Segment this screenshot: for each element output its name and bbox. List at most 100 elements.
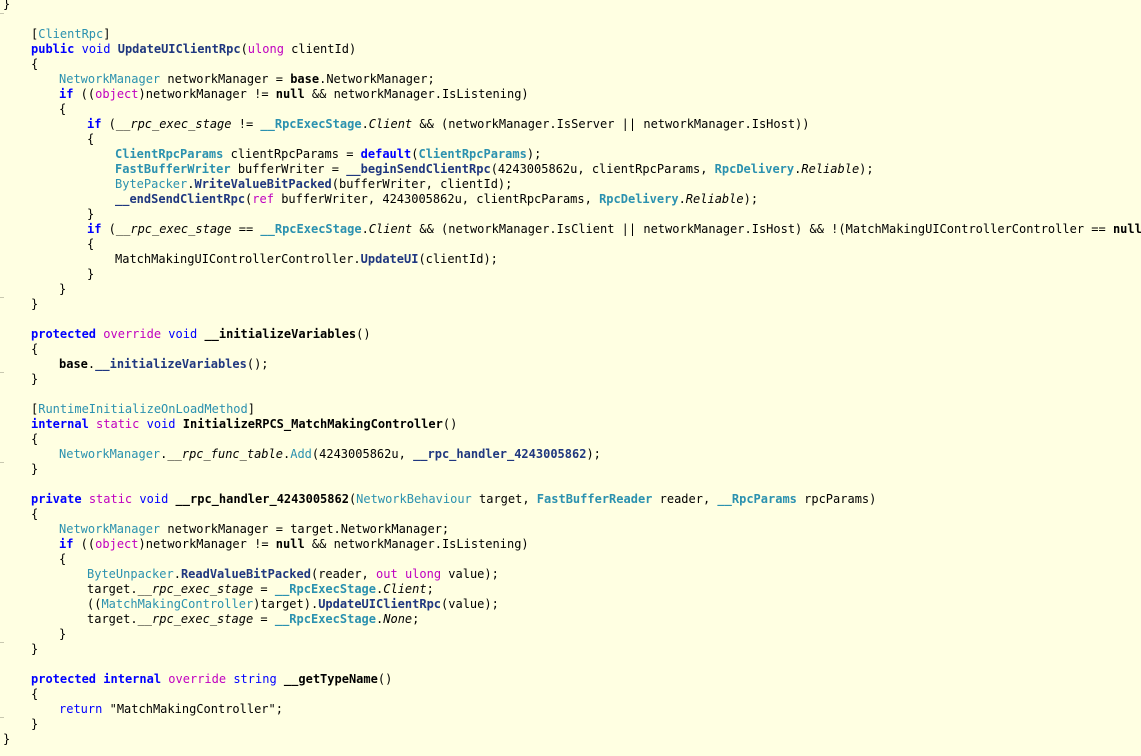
code-token: && networkManager.IsListening)	[304, 87, 529, 101]
code-line[interactable]: }	[87, 207, 94, 222]
code-line[interactable]: base.__initializeVariables();	[59, 357, 269, 372]
code-token: (value);	[441, 597, 499, 611]
code-line[interactable]: NetworkManager networkManager = base.Net…	[59, 72, 435, 87]
code-token: ClientRpcParams	[115, 147, 224, 161]
code-line[interactable]: NetworkManager.__rpc_func_table.Add(4243…	[59, 447, 601, 462]
code-line[interactable]: }	[31, 642, 38, 657]
code-token: .	[361, 117, 369, 131]
code-line[interactable]: {	[31, 342, 38, 357]
code-line[interactable]: {	[31, 57, 38, 72]
code-token: {	[59, 552, 67, 566]
code-line[interactable]: }	[31, 462, 38, 477]
code-line[interactable]: [RuntimeInitializeOnLoadMethod]	[31, 402, 255, 417]
code-token: );	[859, 162, 874, 176]
code-line[interactable]: }	[31, 717, 38, 732]
code-line[interactable]: MatchMakingUIControllerController.Update…	[115, 252, 498, 267]
code-token: ]	[247, 402, 255, 416]
code-token: override	[168, 672, 227, 686]
code-line[interactable]: [ClientRpc]	[31, 27, 111, 42]
code-token: __RpcExecStage	[260, 117, 362, 131]
code-token: Client	[383, 582, 427, 596]
code-line[interactable]: }	[3, 0, 10, 12]
code-line[interactable]: {	[31, 687, 38, 702]
code-line[interactable]: {	[31, 432, 38, 447]
code-token: Reliable	[685, 192, 744, 206]
code-token: .NetworkManager;	[319, 72, 435, 86]
code-token: NetworkBehaviour	[356, 492, 472, 506]
code-line[interactable]: FastBufferWriter bufferWriter = __beginS…	[115, 162, 874, 177]
code-line[interactable]: }	[59, 282, 66, 297]
code-token: __RpcParams	[717, 492, 797, 506]
code-token: {	[31, 57, 39, 71]
code-line[interactable]: if (__rpc_exec_stage == __RpcExecStage.C…	[87, 222, 1141, 237]
code-editor[interactable]: } [ClientRpc] public void UpdateUIClientRp…	[0, 0, 1141, 756]
code-token: __rpc_exec_stage	[137, 582, 254, 596]
code-line[interactable]: protected internal override string __get…	[31, 672, 392, 687]
code-token: override	[103, 327, 162, 341]
code-line[interactable]: private static void __rpc_handler_424300…	[31, 492, 876, 507]
code-token: ();	[246, 357, 269, 371]
code-line[interactable]: internal static void InitializeRPCS_Matc…	[31, 417, 457, 432]
code-line[interactable]: ClientRpcParams clientRpcParams = defaul…	[115, 147, 541, 162]
code-line[interactable]: BytePacker.WriteValueBitPacked(bufferWri…	[115, 177, 512, 192]
code-token: out	[376, 567, 398, 581]
code-line[interactable]: {	[87, 132, 94, 147]
code-token: base	[59, 357, 88, 371]
code-token: }	[87, 207, 95, 221]
code-line[interactable]: if ((object)networkManager != null && ne…	[59, 537, 529, 552]
code-token: BytePacker	[115, 177, 188, 191]
code-line[interactable]: ((MatchMakingController)target).UpdateUI…	[87, 597, 499, 612]
code-line[interactable]: }	[59, 627, 66, 642]
code-line[interactable]: NetworkManager networkManager = target.N…	[59, 522, 449, 537]
code-line[interactable]: return "MatchMakingController";	[59, 702, 283, 717]
code-line[interactable]: public void UpdateUIClientRpc(ulong clie…	[31, 42, 356, 57]
code-line[interactable]: }	[31, 372, 38, 387]
code-line[interactable]: __endSendClientRpc(ref bufferWriter, 424…	[115, 192, 758, 207]
code-token: .	[678, 192, 686, 206]
code-token: null	[275, 537, 305, 551]
code-token: RpcDelivery	[714, 162, 795, 176]
code-token: );	[526, 147, 542, 161]
code-line[interactable]: ByteUnpacker.ReadValueBitPacked(reader, …	[87, 567, 499, 582]
code-token: ;	[275, 702, 283, 716]
code-line[interactable]: {	[59, 102, 66, 117]
code-token: object	[95, 87, 139, 101]
code-token: __RpcExecStage	[274, 582, 377, 596]
code-line[interactable]: {	[87, 237, 94, 252]
code-line[interactable]: {	[59, 552, 66, 567]
code-token: (clientId);	[418, 252, 498, 266]
code-line[interactable]: target.__rpc_exec_stage = __RpcExecStage…	[87, 582, 434, 597]
code-token: null	[275, 87, 305, 101]
code-token: target.	[87, 582, 138, 596]
code-line[interactable]: }	[31, 297, 38, 312]
code-token: Client	[368, 222, 413, 236]
code-line[interactable]: }	[87, 267, 94, 282]
code-line[interactable]: }	[3, 732, 10, 747]
code-token: if	[87, 117, 102, 131]
code-line[interactable]: if (__rpc_exec_stage != __RpcExecStage.C…	[87, 117, 810, 132]
code-token: );	[586, 447, 601, 461]
code-token: && (networkManager.IsClient || networkMa…	[412, 222, 1113, 236]
code-token: }	[31, 642, 39, 656]
gutter-marker	[0, 297, 4, 298]
code-line[interactable]: protected override void __initializeVari…	[31, 327, 371, 342]
code-token: "MatchMakingController"	[109, 702, 276, 716]
code-token: .	[361, 222, 369, 236]
code-token: clientId)	[283, 42, 357, 56]
code-token: value);	[441, 567, 499, 581]
code-token: __RpcExecStage	[260, 222, 362, 236]
code-token: {	[31, 432, 39, 446]
code-line[interactable]: target.__rpc_exec_stage = __RpcExecStage…	[87, 612, 419, 627]
code-token: void	[81, 42, 111, 56]
code-token: ReadValueBitPacked	[180, 567, 311, 581]
code-line[interactable]: {	[31, 507, 38, 522]
code-token: ref	[252, 192, 274, 206]
code-token: UpdateUI	[360, 252, 419, 266]
code-token: InitializeRPCS_MatchMakingController	[182, 417, 443, 431]
code-token: bufferWriter =	[230, 162, 347, 176]
code-token: =	[253, 612, 275, 626]
code-token: (	[101, 117, 116, 131]
code-line[interactable]: if ((object)networkManager != null && ne…	[59, 87, 529, 102]
